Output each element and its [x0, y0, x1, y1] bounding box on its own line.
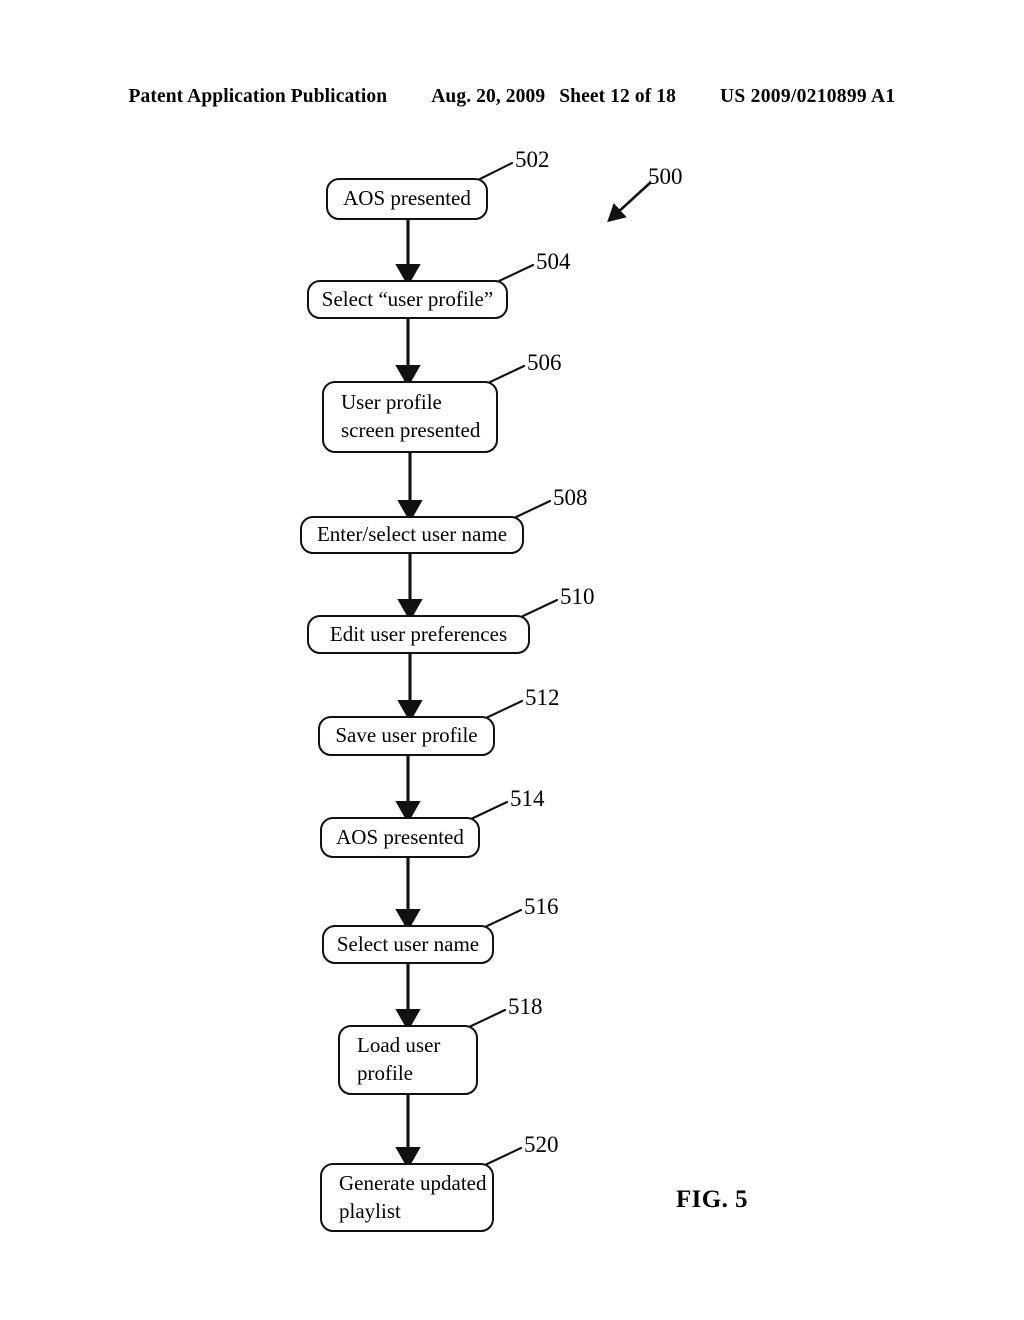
leader-line-518	[467, 1008, 507, 1029]
flowchart-figure: AOS presented Select “user profile” User…	[0, 0, 1024, 1320]
leader-line-502	[476, 161, 514, 182]
flow-node-516-line1: Select user name	[336, 931, 480, 956]
reference-numeral-506: 506	[527, 350, 562, 375]
diagram-label-pointer	[607, 181, 652, 223]
flow-node-510-line1: Edit user preferences	[329, 621, 508, 646]
reference-numeral-514: 514	[510, 786, 545, 811]
flow-node-504: Select “user profile”	[307, 280, 508, 319]
flow-node-506-line2: screen presented	[341, 418, 481, 442]
reference-numeral-502: 502	[515, 147, 550, 172]
flow-node-514: AOS presented	[320, 817, 480, 858]
flowchart-connectors	[395, 161, 652, 1170]
flow-node-518: Load user profile	[338, 1025, 478, 1095]
reference-numeral-512: 512	[525, 685, 560, 710]
reference-numeral-520: 520	[524, 1132, 559, 1157]
leader-line-516	[483, 908, 523, 929]
flow-node-512-line1: Save user profile	[335, 723, 478, 748]
flow-node-520-line1: Generate updated	[339, 1170, 487, 1195]
flow-node-508: Enter/select user name	[300, 516, 524, 554]
leader-line-512	[484, 699, 524, 720]
flow-node-514-line1: AOS presented	[336, 824, 464, 849]
flow-node-506-line1: User profile	[341, 390, 442, 415]
reference-numeral-508: 508	[553, 485, 588, 510]
flow-node-518-line1: Load user	[357, 1033, 441, 1058]
flow-node-508-line1: Enter/select user name	[316, 522, 508, 547]
leader-line-504	[495, 263, 535, 284]
flow-node-510: Edit user preferences	[307, 615, 530, 654]
leader-line-510	[519, 598, 559, 619]
leader-line-508	[512, 499, 552, 520]
reference-numeral-504: 504	[536, 249, 571, 274]
figure-caption: FIG. 5	[676, 1186, 748, 1213]
reference-numeral-516: 516	[524, 894, 559, 919]
flow-node-504-line1: Select “user profile”	[321, 286, 494, 311]
leader-line-520	[483, 1146, 523, 1167]
reference-numeral-518: 518	[508, 994, 543, 1019]
leader-line-506	[486, 364, 526, 385]
flow-node-520: Generate updated playlist	[320, 1163, 494, 1232]
flow-node-520-line2: playlist	[339, 1198, 401, 1223]
reference-numeral-510: 510	[560, 584, 595, 609]
flow-node-516: Select user name	[322, 925, 494, 964]
flow-node-512: Save user profile	[318, 716, 495, 756]
flow-node-502: AOS presented	[326, 178, 488, 220]
flow-node-518-line2: profile	[357, 1061, 413, 1085]
flow-node-506: User profile screen presented	[322, 381, 498, 453]
leader-line-514	[469, 800, 509, 821]
flow-node-502-line1: AOS presented	[343, 186, 471, 211]
reference-numeral-500: 500	[648, 164, 683, 189]
